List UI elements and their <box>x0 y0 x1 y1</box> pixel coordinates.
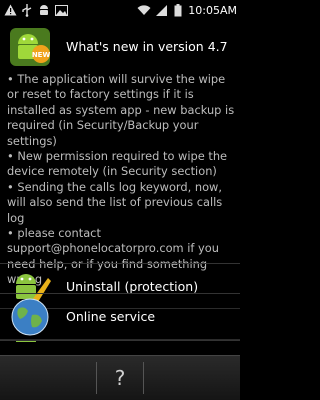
whats-new-header: NEW What's new in version 4.7 <box>0 20 240 72</box>
warning-icon <box>3 3 17 17</box>
divider <box>96 362 97 394</box>
signal-icon <box>154 3 168 17</box>
bottom-action-bar: ? <box>0 355 240 400</box>
menu-item-online-service[interactable]: Online service <box>0 294 240 340</box>
wifi-icon <box>137 3 151 17</box>
release-note: • New permission required to wipe the de… <box>7 149 228 179</box>
menu-item-partial[interactable] <box>0 341 240 356</box>
divider <box>143 362 144 394</box>
help-button[interactable]: ? <box>98 356 142 400</box>
usb-icon <box>20 3 34 17</box>
android-icon <box>8 341 52 356</box>
android-new-icon: NEW <box>8 24 52 68</box>
whats-new-title: What's new in version 4.7 <box>66 38 228 54</box>
status-bar: 10:05AM <box>0 0 240 20</box>
status-time: 10:05AM <box>188 3 237 17</box>
menu-item-label: Uninstall (protection) <box>66 278 199 294</box>
svg-text:NEW: NEW <box>32 51 51 59</box>
menu-item-label: Online service <box>66 309 156 324</box>
android-icon <box>37 3 51 17</box>
battery-icon <box>171 3 185 17</box>
release-note: • Sending the calls log keyword, now, wi… <box>7 179 223 225</box>
image-icon <box>54 3 68 17</box>
globe-icon <box>8 295 52 339</box>
release-note: • The application will survive the wipe … <box>7 72 235 148</box>
release-notes: • The application will survive the wipe … <box>0 72 240 286</box>
